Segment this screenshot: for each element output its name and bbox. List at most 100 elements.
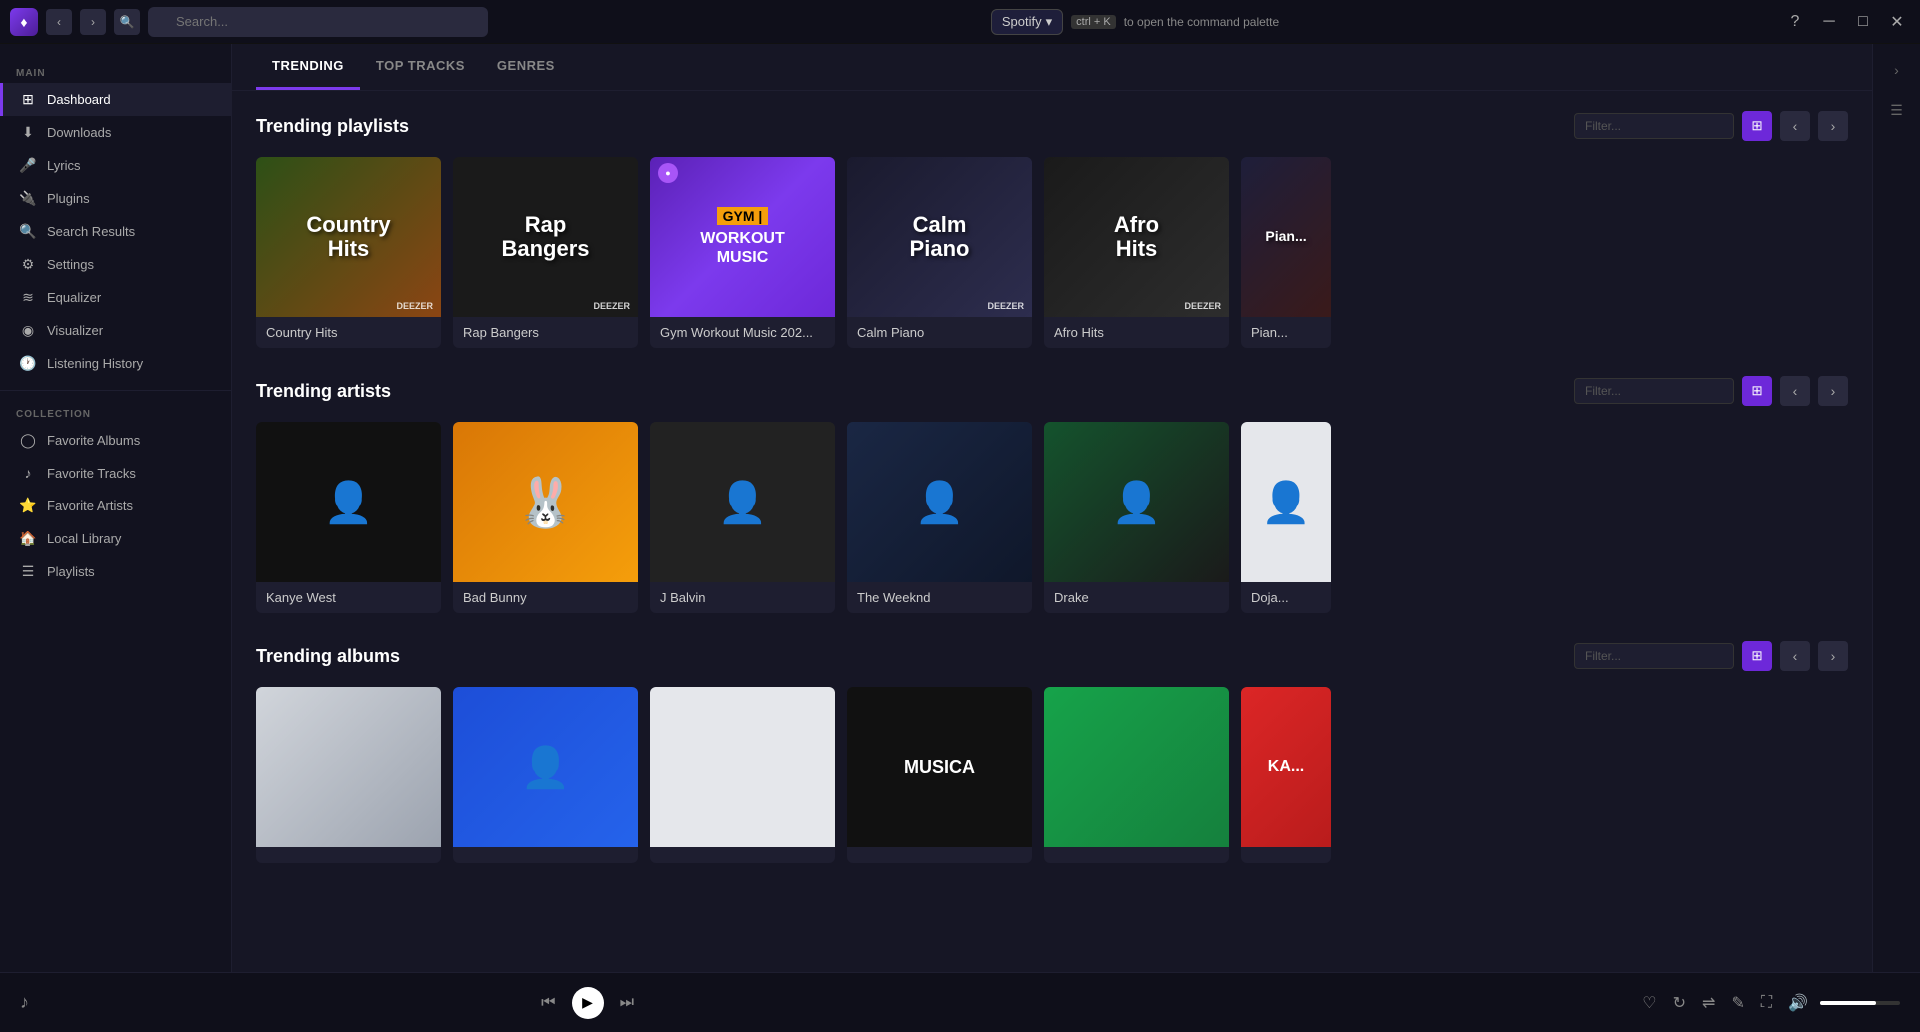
deezer-badge: DEEZER <box>1184 301 1221 311</box>
album-card-1[interactable] <box>256 687 441 863</box>
sidebar-item-dashboard[interactable]: ⊞ Dashboard <box>0 83 231 116</box>
album-card-4[interactable]: MUSICA <box>847 687 1032 863</box>
tab-genres[interactable]: GENRES <box>481 44 571 90</box>
lyrics-toggle-button[interactable]: ✎ <box>1727 989 1748 1017</box>
close-button[interactable]: ✕ <box>1884 9 1910 35</box>
album-card-6[interactable]: KA... <box>1241 687 1331 863</box>
playlists-filter-input[interactable] <box>1574 113 1734 139</box>
right-panel-expand-button[interactable]: › <box>1881 54 1913 86</box>
playlist-card-piano[interactable]: Pian... Pian... <box>1241 157 1331 348</box>
repeat-button[interactable]: ↻ <box>1669 989 1690 1017</box>
artist-card-label: Drake <box>1044 582 1229 613</box>
artist-card-bad-bunny[interactable]: 🐰 Bad Bunny <box>453 422 638 613</box>
album-card-3[interactable] <box>650 687 835 863</box>
skip-forward-button[interactable]: ⏭ <box>616 990 638 1016</box>
playlist-card-gym-workout[interactable]: ● GYM | WORKOUTMUSIC Gym Workout Music 2… <box>650 157 835 348</box>
sidebar-item-plugins[interactable]: 🔌 Plugins <box>0 182 231 215</box>
playlists-prev-button[interactable]: ‹ <box>1780 111 1810 141</box>
artist-card-doja[interactable]: 👤 Doja... <box>1241 422 1331 613</box>
album-card-label <box>650 847 835 863</box>
artist-card-label: Bad Bunny <box>453 582 638 613</box>
sidebar-item-label: Playlists <box>47 564 95 579</box>
sidebar-item-favorite-albums[interactable]: ◯ Favorite Albums <box>0 424 231 457</box>
album-card-label <box>453 847 638 863</box>
playlist-card-rap-bangers[interactable]: RapBangers DEEZER Rap Bangers <box>453 157 638 348</box>
sidebar-item-settings[interactable]: ⚙ Settings <box>0 248 231 281</box>
trending-artists-title: Trending artists <box>256 381 391 402</box>
source-selector[interactable]: Spotify ▾ <box>991 9 1063 35</box>
shuffle-button[interactable]: ⇌ <box>1698 989 1719 1017</box>
albums-filter-button[interactable]: ⊞ <box>1742 641 1772 671</box>
artist-card-j-balvin[interactable]: 👤 J Balvin <box>650 422 835 613</box>
album-card-2[interactable]: 👤 <box>453 687 638 863</box>
sidebar-item-listening-history[interactable]: 🕐 Listening History <box>0 347 231 380</box>
visualizer-icon: ◉ <box>19 322 37 339</box>
playlist-card-calm-piano[interactable]: CalmPiano DEEZER Calm Piano <box>847 157 1032 348</box>
volume-icon[interactable]: 🔊 <box>1784 989 1812 1017</box>
artist-silhouette: 👤 <box>1112 479 1162 526</box>
playlist-card-afro-hits[interactable]: AfroHits DEEZER Afro Hits <box>1044 157 1229 348</box>
volume-slider[interactable] <box>1820 1001 1900 1005</box>
sidebar-item-label: Visualizer <box>47 323 103 338</box>
skip-back-button[interactable]: ⏮ <box>537 990 559 1016</box>
downloads-icon: ⬇ <box>19 124 37 141</box>
artist-card-the-weeknd[interactable]: 👤 The Weeknd <box>847 422 1032 613</box>
artists-prev-button[interactable]: ‹ <box>1780 376 1810 406</box>
artist-card-kanye-west[interactable]: 👤 Kanye West <box>256 422 441 613</box>
main-section-label: MAIN <box>0 60 231 83</box>
command-hint: to open the command palette <box>1124 15 1279 29</box>
artist-card-drake[interactable]: 👤 Drake <box>1044 422 1229 613</box>
album-art: 👤 <box>521 744 571 791</box>
albums-filter-input[interactable] <box>1574 643 1734 669</box>
albums-prev-button[interactable]: ‹ <box>1780 641 1810 671</box>
help-button[interactable]: ? <box>1782 9 1808 35</box>
search-toggle-button[interactable]: 🔍 <box>114 9 140 35</box>
player-controls: ⏮ ▶ ⏭ <box>537 987 638 1019</box>
sidebar-item-local-library[interactable]: 🏠 Local Library <box>0 522 231 555</box>
right-panel-menu-button[interactable]: ☰ <box>1881 94 1913 126</box>
sidebar-item-search-results[interactable]: 🔍 Search Results <box>0 215 231 248</box>
playlists-cards-grid: CountryHits DEEZER Country Hits RapBange… <box>256 157 1848 348</box>
artists-filter-input[interactable] <box>1574 378 1734 404</box>
playlists-filter-button[interactable]: ⊞ <box>1742 111 1772 141</box>
albums-cards-grid: 👤 MUSICA <box>256 687 1848 863</box>
sidebar-item-favorite-artists[interactable]: ⭐ Favorite Artists <box>0 489 231 522</box>
artists-filter-button[interactable]: ⊞ <box>1742 376 1772 406</box>
plugins-icon: 🔌 <box>19 190 37 207</box>
settings-icon: ⚙ <box>19 256 37 273</box>
player-bar: ♪ ⏮ ▶ ⏭ ♡ ↻ ⇌ ✎ ⛶ 🔊 <box>0 972 1920 1032</box>
playlist-card-country-hits[interactable]: CountryHits DEEZER Country Hits <box>256 157 441 348</box>
chevron-down-icon: ▾ <box>1046 14 1053 30</box>
artists-next-button[interactable]: › <box>1818 376 1848 406</box>
sidebar-item-label: Settings <box>47 257 94 272</box>
back-button[interactable]: ‹ <box>46 9 72 35</box>
album-card-5[interactable] <box>1044 687 1229 863</box>
sidebar-item-downloads[interactable]: ⬇ Downloads <box>0 116 231 149</box>
maximize-button[interactable]: □ <box>1850 9 1876 35</box>
trending-artists-header: Trending artists ⊞ ‹ › <box>256 376 1848 406</box>
player-right-controls: ♡ ↻ ⇌ ✎ ⛶ 🔊 <box>1638 989 1900 1017</box>
play-pause-button[interactable]: ▶ <box>572 987 604 1019</box>
tab-trending[interactable]: TRENDING <box>256 44 360 90</box>
sidebar-item-label: Downloads <box>47 125 111 140</box>
trending-albums-title: Trending albums <box>256 646 400 667</box>
forward-button[interactable]: › <box>80 9 106 35</box>
sidebar-item-playlists[interactable]: ☰ Playlists <box>0 555 231 588</box>
sidebar: MAIN ⊞ Dashboard ⬇ Downloads 🎤 Lyrics 🔌 … <box>0 44 232 972</box>
sidebar-item-equalizer[interactable]: ≋ Equalizer <box>0 281 231 314</box>
albums-next-button[interactable]: › <box>1818 641 1848 671</box>
tab-top-tracks[interactable]: TOP TRACKS <box>360 44 481 90</box>
search-input[interactable] <box>148 7 488 37</box>
sidebar-item-label: Favorite Albums <box>47 433 140 448</box>
artist-card-label: Doja... <box>1241 582 1331 613</box>
playlists-next-button[interactable]: › <box>1818 111 1848 141</box>
artist-silhouette: 👤 <box>324 479 374 526</box>
fullscreen-button[interactable]: ⛶ <box>1757 990 1776 1016</box>
album-card-label <box>256 847 441 863</box>
minimize-button[interactable]: ─ <box>1816 9 1842 35</box>
heart-button[interactable]: ♡ <box>1638 989 1660 1017</box>
sidebar-item-visualizer[interactable]: ◉ Visualizer <box>0 314 231 347</box>
sidebar-item-favorite-tracks[interactable]: ♪ Favorite Tracks <box>0 457 231 489</box>
sidebar-item-label: Favorite Tracks <box>47 466 136 481</box>
sidebar-item-lyrics[interactable]: 🎤 Lyrics <box>0 149 231 182</box>
